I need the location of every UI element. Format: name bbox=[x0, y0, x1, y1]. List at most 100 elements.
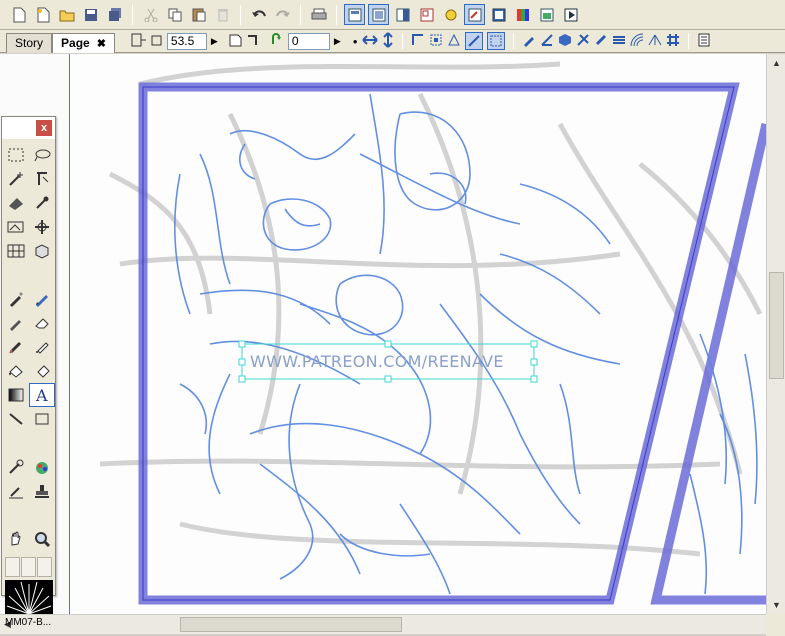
page-artwork[interactable] bbox=[0, 54, 766, 614]
tool-options-icon[interactable] bbox=[464, 4, 485, 25]
main-color-swatch[interactable] bbox=[5, 557, 20, 577]
save-icon[interactable] bbox=[80, 4, 101, 25]
cut-icon[interactable] bbox=[140, 4, 161, 25]
paste-icon[interactable] bbox=[188, 4, 209, 25]
vertical-scrollbar[interactable]: ▲ ▼ bbox=[766, 54, 785, 614]
save-all-icon[interactable] bbox=[104, 4, 125, 25]
panel-ruler-icon[interactable] bbox=[3, 239, 29, 263]
lasso-icon[interactable] bbox=[29, 143, 55, 167]
rotate-right-icon[interactable] bbox=[246, 33, 260, 50]
zoom-label-icon bbox=[151, 33, 163, 50]
redo-icon[interactable] bbox=[272, 4, 293, 25]
new-story-icon[interactable] bbox=[32, 4, 53, 25]
angle-icon[interactable] bbox=[540, 33, 554, 50]
horizontal-scrollbar[interactable]: ◀ bbox=[0, 614, 766, 634]
color-picker-icon[interactable] bbox=[29, 455, 55, 479]
fill-icon[interactable] bbox=[3, 359, 29, 383]
grid-icon[interactable] bbox=[666, 33, 680, 50]
marquee-icon[interactable] bbox=[3, 143, 29, 167]
horizontal-scroll-thumb[interactable] bbox=[180, 617, 402, 632]
concentric-icon[interactable] bbox=[630, 33, 644, 50]
text-tool-icon[interactable]: A bbox=[29, 383, 55, 407]
marker-icon[interactable] bbox=[3, 311, 29, 335]
rotate-icon[interactable] bbox=[270, 32, 284, 50]
blend-icon[interactable] bbox=[3, 479, 29, 503]
page-view-icon[interactable] bbox=[368, 4, 389, 25]
panel-settings-icon[interactable] bbox=[697, 33, 711, 50]
rotate-input[interactable]: 0 bbox=[287, 32, 330, 50]
frame-grid-icon[interactable] bbox=[429, 33, 443, 50]
fit-page-icon[interactable] bbox=[228, 33, 242, 50]
zoom-dropdown-icon[interactable]: ▶ bbox=[211, 36, 218, 47]
zoom-input[interactable]: 53.5 bbox=[166, 32, 207, 50]
page-fit-icon[interactable] bbox=[131, 33, 147, 50]
drawing-canvas[interactable]: WWW.PATREON.COM/REENAVE bbox=[0, 54, 766, 614]
vanishing-point-icon[interactable] bbox=[648, 33, 662, 50]
transparent-color-swatch[interactable] bbox=[37, 557, 52, 577]
airbrush-icon[interactable] bbox=[29, 335, 55, 359]
draw-mode-icon[interactable] bbox=[522, 33, 536, 50]
story-view-icon[interactable] bbox=[344, 4, 365, 25]
new-page-icon[interactable] bbox=[8, 4, 29, 25]
ruler-icon[interactable] bbox=[411, 33, 425, 50]
zoom-icon[interactable] bbox=[29, 527, 55, 551]
snap-grid-icon[interactable] bbox=[486, 32, 505, 50]
correction-icon[interactable] bbox=[594, 33, 608, 50]
watermark-text[interactable]: WWW.PATREON.COM/REENAVE bbox=[250, 352, 504, 371]
open-icon[interactable] bbox=[56, 4, 77, 25]
stamp-icon[interactable] bbox=[29, 479, 55, 503]
cube-icon[interactable] bbox=[558, 33, 572, 50]
dot-icon[interactable]: ● bbox=[353, 37, 358, 46]
tab-page[interactable]: Page ✖ bbox=[52, 32, 115, 53]
print-icon[interactable] bbox=[308, 4, 329, 25]
material-icon[interactable] bbox=[440, 4, 461, 25]
tool-palette-titlebar[interactable]: x bbox=[2, 117, 55, 139]
brush-icon[interactable] bbox=[3, 335, 29, 359]
layer-properties-icon[interactable] bbox=[536, 4, 557, 25]
fill-bucket-icon[interactable] bbox=[29, 359, 55, 383]
action-icon[interactable] bbox=[560, 4, 581, 25]
flip-vertical-icon[interactable] bbox=[382, 31, 394, 51]
sub-color-swatch[interactable] bbox=[21, 557, 36, 577]
flip-horizontal-icon[interactable] bbox=[361, 34, 378, 49]
selection-pen-icon[interactable] bbox=[29, 167, 55, 191]
delete-icon[interactable] bbox=[212, 4, 233, 25]
layer-move-icon[interactable] bbox=[3, 215, 29, 239]
gradient-icon[interactable] bbox=[3, 383, 29, 407]
tool-palette-close-button[interactable]: x bbox=[36, 120, 52, 136]
magic-wand-icon[interactable] bbox=[3, 167, 29, 191]
layer-palette-icon[interactable] bbox=[392, 4, 413, 25]
eraser-selection-icon[interactable] bbox=[3, 191, 29, 215]
tab-story-label: Story bbox=[15, 36, 44, 50]
symmetry-icon[interactable] bbox=[576, 33, 590, 50]
eyedropper-icon[interactable] bbox=[29, 191, 55, 215]
vertical-scroll-thumb[interactable] bbox=[769, 272, 784, 379]
tab-story[interactable]: Story bbox=[6, 32, 53, 53]
tab-page-label: Page bbox=[61, 36, 90, 50]
object-move-icon[interactable] bbox=[29, 215, 55, 239]
rotate-dropdown-icon[interactable]: ▶ bbox=[334, 36, 341, 47]
eraser-icon[interactable] bbox=[29, 311, 55, 335]
perspective-icon[interactable] bbox=[447, 33, 461, 50]
navigator-icon[interactable] bbox=[416, 4, 437, 25]
snap-ruler-icon[interactable] bbox=[464, 32, 483, 50]
tool-palette: x A MM07-B... bbox=[1, 116, 56, 628]
main-toolbar bbox=[0, 0, 785, 30]
undo-icon[interactable] bbox=[248, 4, 269, 25]
hand-icon[interactable] bbox=[3, 527, 29, 551]
properties-icon[interactable] bbox=[488, 4, 509, 25]
brush-name-label: MM07-B... bbox=[5, 617, 52, 628]
scroll-down-icon[interactable]: ▼ bbox=[772, 600, 781, 610]
rectangle-icon[interactable] bbox=[29, 407, 55, 431]
parallel-lines-icon[interactable] bbox=[612, 33, 626, 50]
3d-object-icon[interactable] bbox=[29, 239, 55, 263]
color-icon[interactable] bbox=[512, 4, 533, 25]
line-icon[interactable] bbox=[3, 407, 29, 431]
brush-preview[interactable] bbox=[5, 580, 53, 615]
link-icon[interactable] bbox=[3, 455, 29, 479]
scroll-up-icon[interactable]: ▲ bbox=[772, 58, 781, 68]
pencil-icon[interactable] bbox=[29, 287, 55, 311]
close-tab-icon[interactable]: ✖ bbox=[97, 37, 106, 50]
pen-icon[interactable] bbox=[3, 287, 29, 311]
copy-icon[interactable] bbox=[164, 4, 185, 25]
